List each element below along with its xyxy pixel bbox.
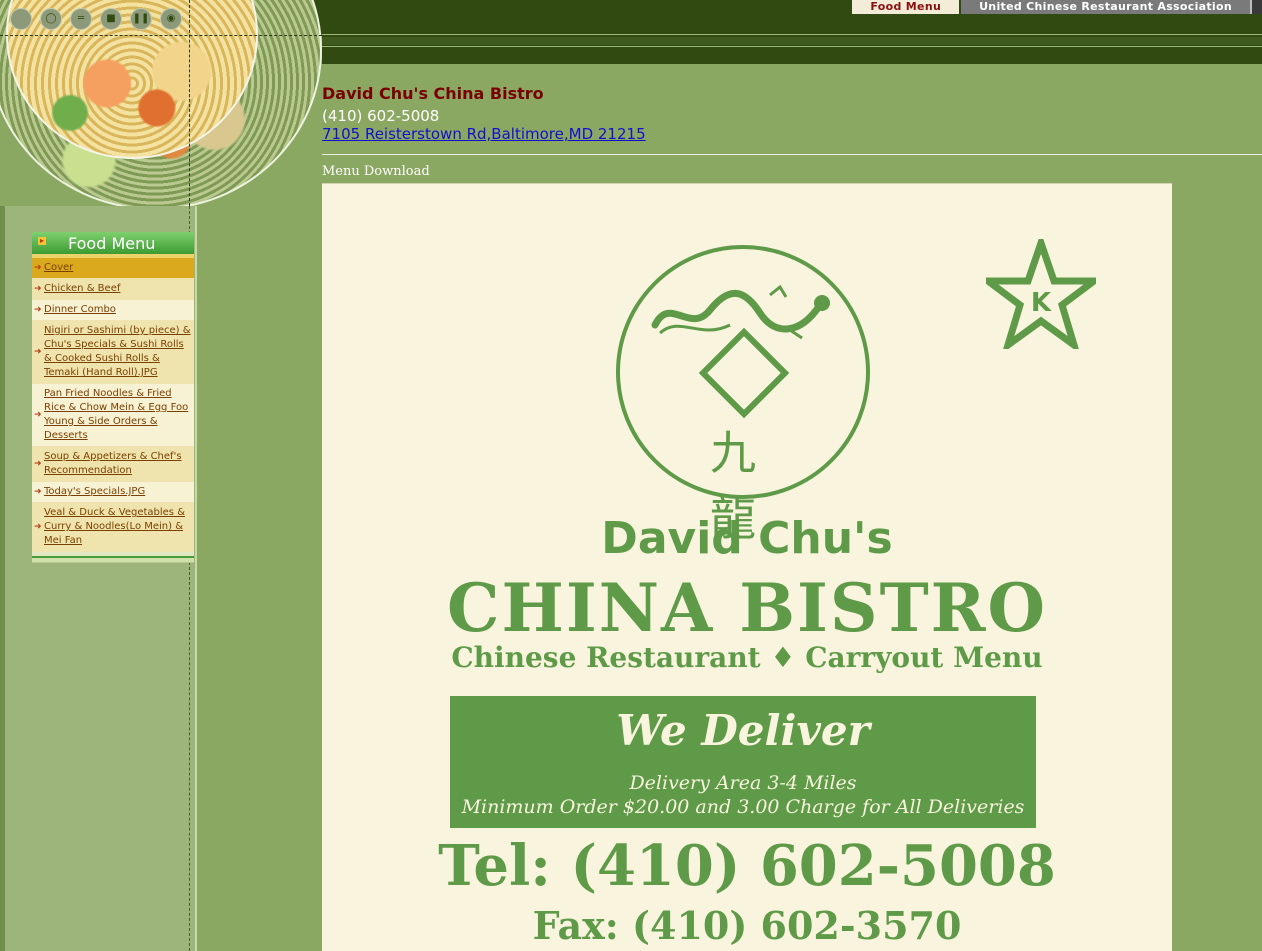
menu-cover-image: 九 龍 K David Chu's CHINA BISTRO Chinese R… [322, 183, 1172, 951]
content-divider [322, 154, 1262, 155]
arrow-icon: ➜ [34, 347, 42, 357]
menu-item-sushi[interactable]: ➜ Nigiri or Sashimi (by piece) & Chu's Sp… [32, 321, 194, 384]
menu-item-cover[interactable]: ➜ Cover [32, 258, 194, 279]
target-icon[interactable]: ◉ [160, 8, 182, 30]
arrow-icon: ➜ [34, 284, 42, 294]
menu-item-label: Chicken & Beef [44, 283, 121, 294]
ring-icon[interactable]: ◯ [40, 8, 62, 30]
menu-brand: CHINA BISTRO [446, 569, 1048, 647]
menu-item-label: Veal & Duck & Vegetables & Curry & Noodl… [44, 507, 185, 546]
food-menu-list: ➜ Cover ➜ Chicken & Beef ➜ Dinner Combo ➜ Ni… [32, 258, 194, 552]
food-menu-footer [32, 552, 194, 562]
arrow-icon: ➜ [34, 305, 42, 315]
menu-fax: Fax: (410) 602-3570 [532, 903, 962, 948]
stop-icon[interactable]: ■ [100, 8, 122, 30]
header-food-image: ◯ ═ ■ ❚❚ ◉ [0, 0, 322, 206]
header-dashed-vline [189, 0, 191, 206]
menu-item-todays-specials[interactable]: ➜ Today's Specials.JPG [32, 482, 194, 503]
arrow-icon: ➜ [34, 459, 42, 469]
we-deliver-text: We Deliver [616, 706, 870, 755]
star-letter: K [1031, 288, 1052, 318]
arrow-icon: ➜ [34, 263, 42, 273]
header-dashed-hline [0, 35, 322, 37]
food-menu-header: ▸ Food Menu [32, 232, 194, 258]
restaurant-phone: (410) 602-5008 [322, 107, 440, 125]
menu-item-label: Pan Fried Noodles & Fried Rice & Chow Me… [44, 388, 189, 441]
menu-item-soup-appetizers[interactable]: ➜ Soup & Appetizers & Chef's Recommendati… [32, 447, 194, 482]
menu-item-label: Nigiri or Sashimi (by piece) & Chu's Spe… [44, 325, 191, 378]
we-deliver-banner: We Deliver Delivery Area 3-4 Miles Minim… [450, 696, 1036, 828]
menu-item-chicken-beef[interactable]: ➜ Chicken & Beef [32, 279, 194, 300]
delivery-area-text: Delivery Area 3-4 Miles [629, 772, 857, 794]
menu-item-label: Cover [44, 262, 74, 273]
panel-edge [195, 206, 197, 951]
food-menu-title: Food Menu [68, 234, 156, 253]
minimum-order-text: Minimum Order $20.00 and 3.00 Charge for… [461, 796, 1025, 818]
band-rule-top [322, 34, 1262, 35]
menu-item-noodles-rice[interactable]: ➜ Pan Fried Noodles & Fried Rice & Chow M… [32, 384, 194, 447]
header-icon-row: ◯ ═ ■ ❚❚ ◉ [10, 8, 182, 30]
band-rule-bottom [322, 46, 1262, 47]
top-header-band: Food Menu United Chinese Restaurant Asso… [322, 0, 1262, 64]
arrow-icon: ➜ [34, 410, 42, 420]
arrow-icon: ➜ [34, 522, 42, 532]
tab-united-chinese-restaurant-association[interactable]: United Chinese Restaurant Association [961, 0, 1250, 14]
food-menu-sidebar: ▸ Food Menu ➜ Cover ➜ Chicken & Beef ➜ Dinn… [32, 232, 194, 563]
arrow-bullet-icon: ▸ [38, 236, 46, 245]
pause-icon[interactable]: ❚❚ [130, 8, 152, 30]
arrow-icon: ➜ [34, 487, 42, 497]
menu-tel: Tel: (410) 602-5008 [438, 833, 1056, 899]
menu-item-dinner-combo[interactable]: ➜ Dinner Combo [32, 300, 194, 321]
menu-item-veal-duck[interactable]: ➜ Veal & Duck & Vegetables & Curry & Nood… [32, 503, 194, 552]
menu-item-label: Soup & Appetizers & Chef's Recommendatio… [44, 451, 182, 476]
circle-icon[interactable] [10, 8, 32, 30]
restaurant-name: David Chu's China Bistro [322, 84, 544, 103]
menu-owner-name: David Chu's [601, 513, 893, 564]
top-navigation: Food Menu United Chinese Restaurant Asso… [852, 0, 1262, 14]
menu-item-label: Dinner Combo [44, 304, 116, 315]
nav-edge [1250, 0, 1262, 14]
kosher-star-icon: K [986, 239, 1096, 349]
menu-item-label: Today's Specials.JPG [44, 486, 146, 497]
tab-food-menu[interactable]: Food Menu [852, 0, 960, 14]
menu-download-link[interactable]: Menu Download [322, 164, 430, 179]
dragon-emblem: 九 龍 [616, 245, 870, 546]
minus-icon[interactable]: ═ [70, 8, 92, 30]
band-strip [322, 37, 1262, 45]
restaurant-address-link[interactable]: 7105 Reisterstown Rd,Baltimore,MD 21215 [322, 125, 646, 143]
menu-subtitle: Chinese Restaurant ♦ Carryout Menu [451, 641, 1043, 674]
